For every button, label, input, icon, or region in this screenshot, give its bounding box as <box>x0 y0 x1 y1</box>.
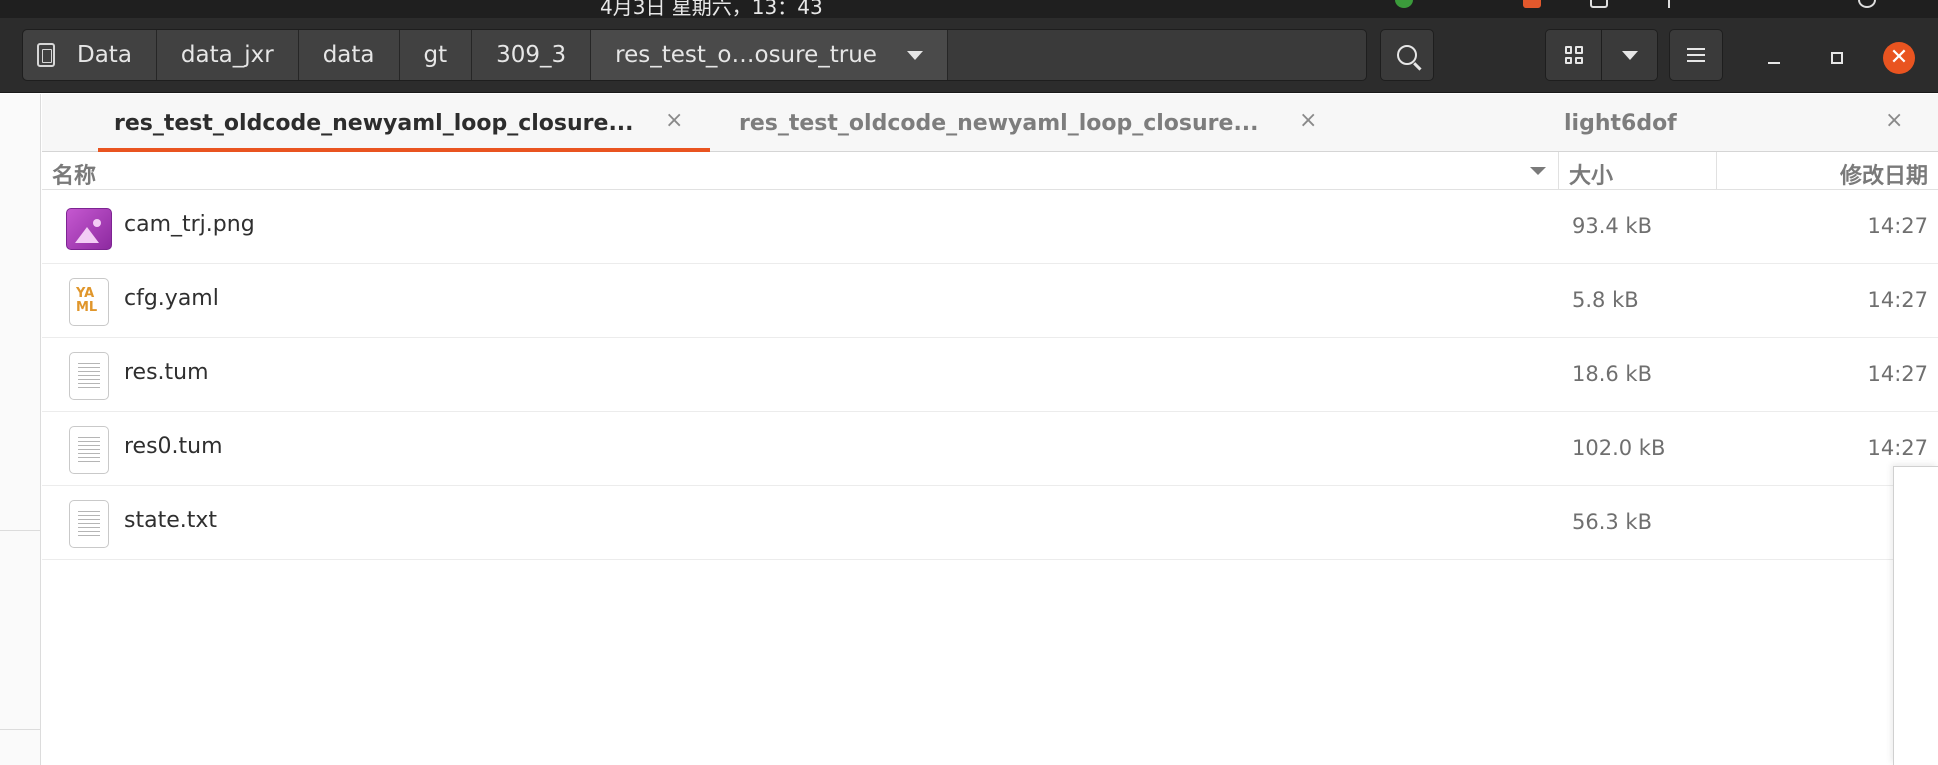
yaml-glyph-bottom: ML <box>76 300 98 315</box>
column-size-header[interactable]: 大小 <box>1569 158 1613 190</box>
chrome-tray-icon[interactable] <box>1395 0 1413 8</box>
sidebar-divider <box>0 729 41 730</box>
breadcrumb-label: res_test_o…osure_true <box>615 42 877 68</box>
file-row[interactable]: state.txt 56.3 kB 14 <box>42 486 1938 560</box>
breadcrumb-data[interactable]: Data <box>23 30 157 80</box>
power-tray-icon[interactable] <box>1858 0 1876 8</box>
breadcrumb-label: gt <box>423 42 448 68</box>
file-row[interactable]: res.tum 18.6 kB 14:27 <box>42 338 1938 412</box>
chevron-down-icon <box>1621 50 1638 60</box>
grid-view-icon <box>1564 46 1583 64</box>
column-divider[interactable] <box>1558 152 1559 190</box>
minimize-icon <box>1768 62 1780 64</box>
file-name: state.txt <box>124 508 217 533</box>
view-options-button[interactable] <box>1602 30 1657 80</box>
grid-view-button[interactable] <box>1546 30 1602 80</box>
system-top-bar: 4月3日 星期六，13：43 <box>0 0 1938 18</box>
breadcrumb-label: 309_3 <box>496 42 567 68</box>
chevron-down-icon[interactable] <box>906 50 923 60</box>
close-window-button[interactable]: ✕ <box>1883 42 1915 74</box>
minimize-button[interactable] <box>1758 42 1790 74</box>
sort-descending-icon[interactable] <box>1530 167 1546 175</box>
tab-bar: res_test_oldcode_newyaml_loop_closure...… <box>42 94 1938 152</box>
image-file-icon <box>66 208 112 250</box>
search-button[interactable] <box>1380 29 1434 81</box>
input-tray-icon[interactable] <box>1668 0 1670 8</box>
app-tray-icon[interactable] <box>1523 0 1541 8</box>
drive-icon <box>37 43 55 67</box>
file-size: 56.3 kB <box>1572 510 1653 534</box>
text-file-icon <box>69 426 109 474</box>
header-bar: Data data_jxr data gt 309_3 res_test_o…o… <box>0 18 1938 93</box>
view-toggle-group <box>1545 29 1658 81</box>
popover-panel <box>1893 466 1938 765</box>
column-header: 名称 大小 修改日期 <box>42 152 1938 190</box>
yaml-file-icon: YA ML <box>69 278 109 326</box>
file-name: res.tum <box>124 360 209 385</box>
breadcrumb-gt[interactable]: gt <box>399 30 473 80</box>
close-icon[interactable]: × <box>1299 108 1317 133</box>
file-row[interactable]: res0.tum 102.0 kB 14:27 <box>42 412 1938 486</box>
system-clock[interactable]: 4月3日 星期六，13：43 <box>600 0 823 18</box>
column-divider[interactable] <box>1716 152 1717 190</box>
file-list: cam_trj.png 93.4 kB 14:27 YA ML cfg.yaml … <box>42 190 1938 560</box>
file-modified: 14:27 <box>1867 362 1928 386</box>
file-row[interactable]: cam_trj.png 93.4 kB 14:27 <box>42 190 1938 264</box>
tab-light6dof[interactable]: light6dof × <box>1564 94 1924 152</box>
clipboard-tray-icon[interactable] <box>1590 0 1608 8</box>
breadcrumb-label: data_jxr <box>180 42 274 68</box>
file-modified: 14:27 <box>1867 436 1928 460</box>
maximize-icon <box>1831 52 1843 64</box>
breadcrumb-current-folder[interactable]: res_test_o…osure_true <box>591 30 948 80</box>
breadcrumb-label: Data <box>77 42 132 68</box>
file-row[interactable]: YA ML cfg.yaml 5.8 kB 14:27 <box>42 264 1938 338</box>
hamburger-menu-icon <box>1687 48 1705 62</box>
file-size: 102.0 kB <box>1572 436 1666 460</box>
text-file-icon <box>69 352 109 400</box>
tab-res-test-2[interactable]: res_test_oldcode_newyaml_loop_closure...… <box>739 94 1317 152</box>
tab-res-test-1[interactable]: res_test_oldcode_newyaml_loop_closure...… <box>98 94 710 152</box>
column-name-header[interactable]: 名称 <box>52 158 96 190</box>
tab-label: light6dof <box>1564 110 1677 136</box>
sidebar-divider <box>0 530 41 531</box>
tab-label: res_test_oldcode_newyaml_loop_closure... <box>739 110 1259 136</box>
file-size: 18.6 kB <box>1572 362 1653 386</box>
breadcrumb-309-3[interactable]: 309_3 <box>472 30 592 80</box>
breadcrumb-label: data <box>322 42 375 68</box>
file-modified: 14:27 <box>1867 214 1928 238</box>
yaml-glyph: YA ML <box>76 287 97 315</box>
close-icon[interactable]: × <box>1885 108 1903 133</box>
search-icon <box>1397 45 1417 65</box>
sidebar <box>0 94 41 765</box>
close-icon[interactable]: × <box>665 108 683 133</box>
file-size: 93.4 kB <box>1572 214 1653 238</box>
maximize-button[interactable] <box>1821 42 1853 74</box>
file-name: res0.tum <box>124 434 223 459</box>
file-modified: 14:27 <box>1867 288 1928 312</box>
file-name: cfg.yaml <box>124 286 219 311</box>
menu-button[interactable] <box>1669 29 1723 81</box>
close-icon: ✕ <box>1889 45 1909 70</box>
text-file-icon <box>69 500 109 548</box>
column-modified-header[interactable]: 修改日期 <box>1840 158 1928 190</box>
file-name: cam_trj.png <box>124 212 255 237</box>
breadcrumb-data-jxr[interactable]: data_jxr <box>156 30 299 80</box>
tab-label: res_test_oldcode_newyaml_loop_closure... <box>114 110 634 136</box>
path-bar: Data data_jxr data gt 309_3 res_test_o…o… <box>22 29 1367 81</box>
file-size: 5.8 kB <box>1572 288 1639 312</box>
yaml-glyph-top: YA <box>76 286 95 301</box>
breadcrumb-data-folder[interactable]: data <box>298 30 400 80</box>
